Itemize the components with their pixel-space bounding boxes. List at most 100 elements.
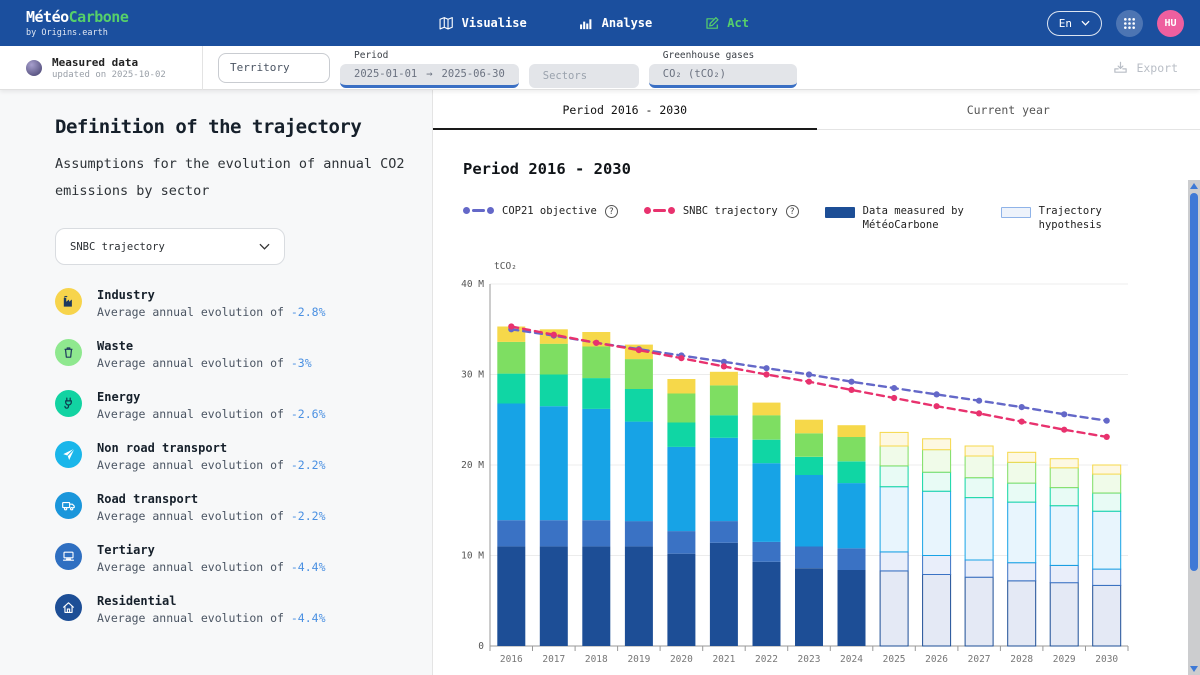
- bar-segment-hypothesis-2025[interactable]: [880, 433, 908, 447]
- bar-segment-2017[interactable]: [540, 407, 568, 521]
- bar-segment-hypothesis-2029[interactable]: [1050, 583, 1078, 646]
- trajectory-point[interactable]: [678, 355, 684, 361]
- bar-segment-2018[interactable]: [582, 378, 610, 409]
- bar-segment-2023[interactable]: [795, 420, 823, 434]
- sectors-filter[interactable]: Sectors: [529, 48, 639, 88]
- bar-segment-hypothesis-2026[interactable]: [923, 556, 951, 575]
- bar-segment-2016[interactable]: [497, 521, 525, 547]
- bar-segment-2024[interactable]: [838, 462, 866, 484]
- trajectory-point[interactable]: [806, 372, 812, 378]
- bar-segment-hypothesis-2027[interactable]: [965, 560, 993, 577]
- bar-segment-2022[interactable]: [753, 562, 781, 646]
- bar-segment-hypothesis-2026[interactable]: [923, 473, 951, 492]
- bar-segment-2022[interactable]: [753, 403, 781, 416]
- bar-segment-hypothesis-2025[interactable]: [880, 446, 908, 466]
- bar-segment-hypothesis-2025[interactable]: [880, 552, 908, 571]
- bar-segment-2019[interactable]: [625, 547, 653, 647]
- trajectory-point[interactable]: [848, 379, 854, 385]
- bar-segment-hypothesis-2030[interactable]: [1093, 474, 1121, 493]
- bar-segment-2016[interactable]: [497, 342, 525, 374]
- nav-item-visualise[interactable]: Visualise: [439, 16, 527, 31]
- trajectory-point[interactable]: [934, 392, 940, 398]
- bar-segment-hypothesis-2030[interactable]: [1093, 512, 1121, 570]
- trajectory-point[interactable]: [848, 387, 854, 393]
- period-value[interactable]: 2025-01-01 → 2025-06-30: [340, 64, 519, 88]
- bar-segment-2024[interactable]: [838, 483, 866, 548]
- user-avatar[interactable]: HU: [1157, 10, 1184, 37]
- scroll-up-arrow-icon[interactable]: [1190, 183, 1198, 189]
- bar-segment-2021[interactable]: [710, 416, 738, 439]
- bar-segment-hypothesis-2027[interactable]: [965, 498, 993, 560]
- bar-segment-hypothesis-2027[interactable]: [965, 446, 993, 456]
- bar-segment-2022[interactable]: [753, 440, 781, 464]
- bar-segment-2016[interactable]: [497, 547, 525, 647]
- bar-segment-2022[interactable]: [753, 542, 781, 562]
- bar-segment-hypothesis-2029[interactable]: [1050, 566, 1078, 583]
- tab-current-year[interactable]: Current year: [817, 90, 1200, 129]
- bar-segment-hypothesis-2029[interactable]: [1050, 468, 1078, 488]
- sectors-value[interactable]: Sectors: [529, 64, 639, 88]
- trajectory-point[interactable]: [636, 347, 642, 353]
- bar-segment-2017[interactable]: [540, 344, 568, 375]
- bar-segment-2022[interactable]: [753, 464, 781, 543]
- bar-segment-2019[interactable]: [625, 389, 653, 422]
- trajectory-point[interactable]: [806, 379, 812, 385]
- trajectory-point[interactable]: [1061, 412, 1067, 418]
- apps-grid-button[interactable]: [1116, 10, 1143, 37]
- bar-segment-hypothesis-2028[interactable]: [1008, 453, 1036, 463]
- trajectory-point[interactable]: [976, 411, 982, 417]
- vertical-scrollbar[interactable]: [1188, 180, 1200, 675]
- bar-segment-hypothesis-2029[interactable]: [1050, 488, 1078, 506]
- bar-segment-2023[interactable]: [795, 547, 823, 569]
- bar-segment-2022[interactable]: [753, 416, 781, 440]
- bar-segment-2020[interactable]: [667, 554, 695, 646]
- bar-segment-hypothesis-2027[interactable]: [965, 578, 993, 647]
- trajectory-select[interactable]: SNBC trajectory: [55, 228, 285, 265]
- bar-segment-2024[interactable]: [838, 549, 866, 571]
- scroll-down-arrow-icon[interactable]: [1190, 666, 1198, 672]
- bar-segment-2023[interactable]: [795, 475, 823, 547]
- scrollbar-thumb[interactable]: [1190, 193, 1198, 571]
- tab-period-2016-2030[interactable]: Period 2016 - 2030: [433, 90, 817, 129]
- help-icon[interactable]: ?: [605, 205, 618, 218]
- bar-segment-hypothesis-2025[interactable]: [880, 487, 908, 552]
- bar-segment-2021[interactable]: [710, 386, 738, 416]
- bar-segment-2017[interactable]: [540, 521, 568, 547]
- bar-segment-2021[interactable]: [710, 543, 738, 646]
- bar-segment-2020[interactable]: [667, 379, 695, 394]
- trajectory-point[interactable]: [1104, 434, 1110, 440]
- trajectory-point[interactable]: [721, 364, 727, 370]
- bar-segment-2020[interactable]: [667, 447, 695, 531]
- bar-segment-2020[interactable]: [667, 394, 695, 423]
- bar-segment-2016[interactable]: [497, 404, 525, 521]
- trajectory-point[interactable]: [763, 372, 769, 378]
- bar-segment-hypothesis-2029[interactable]: [1050, 506, 1078, 566]
- bar-segment-2017[interactable]: [540, 547, 568, 647]
- trajectory-point[interactable]: [508, 324, 514, 330]
- trajectory-point[interactable]: [593, 340, 599, 346]
- trajectory-point[interactable]: [1104, 418, 1110, 424]
- trajectory-point[interactable]: [1019, 419, 1025, 425]
- bar-segment-2019[interactable]: [625, 422, 653, 522]
- bar-segment-hypothesis-2030[interactable]: [1093, 569, 1121, 585]
- bar-segment-2024[interactable]: [838, 570, 866, 646]
- nav-item-analyse[interactable]: Analyse: [579, 16, 653, 31]
- bar-segment-2020[interactable]: [667, 531, 695, 554]
- trajectory-point[interactable]: [763, 365, 769, 371]
- trajectory-point[interactable]: [934, 403, 940, 409]
- trajectory-point[interactable]: [891, 385, 897, 391]
- bar-segment-hypothesis-2026[interactable]: [923, 575, 951, 647]
- trajectory-point[interactable]: [1061, 427, 1067, 433]
- bar-segment-2018[interactable]: [582, 547, 610, 647]
- bar-segment-hypothesis-2027[interactable]: [965, 456, 993, 478]
- bar-segment-2021[interactable]: [710, 438, 738, 521]
- bar-segment-2021[interactable]: [710, 521, 738, 543]
- bar-segment-2019[interactable]: [625, 521, 653, 546]
- language-selector[interactable]: En: [1047, 11, 1102, 36]
- bar-segment-2023[interactable]: [795, 457, 823, 475]
- bar-segment-hypothesis-2026[interactable]: [923, 450, 951, 473]
- greenhouse-gases-filter[interactable]: Greenhouse gases CO₂ (tCO₂): [649, 48, 797, 88]
- bar-segment-hypothesis-2028[interactable]: [1008, 581, 1036, 646]
- bar-segment-hypothesis-2025[interactable]: [880, 466, 908, 487]
- bar-segment-2018[interactable]: [582, 409, 610, 520]
